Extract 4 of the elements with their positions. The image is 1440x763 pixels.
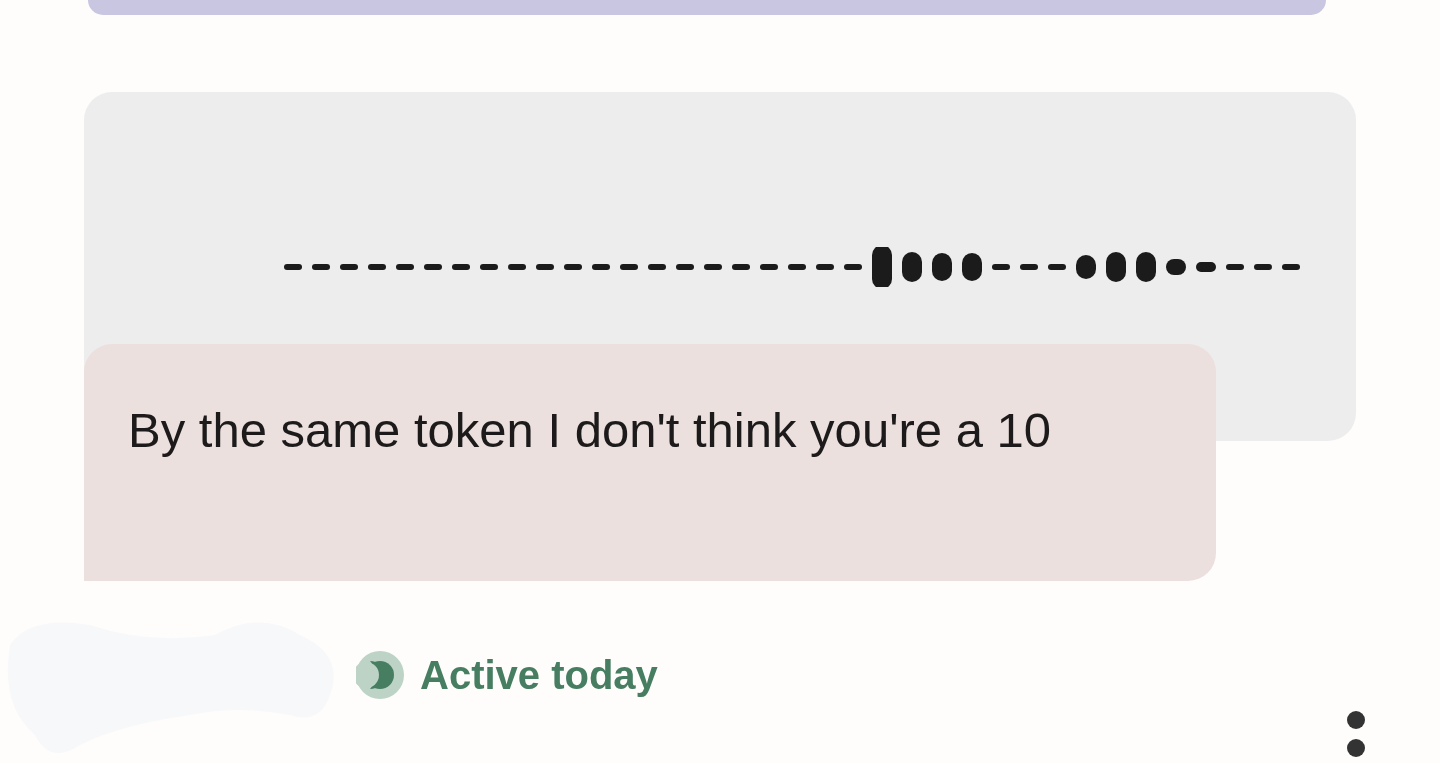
status-text: Active today [420, 652, 658, 699]
more-options-icon[interactable] [1346, 710, 1366, 760]
activity-icon [356, 651, 404, 699]
message-text: By the same token I don't think you're a 10 [128, 402, 1053, 459]
